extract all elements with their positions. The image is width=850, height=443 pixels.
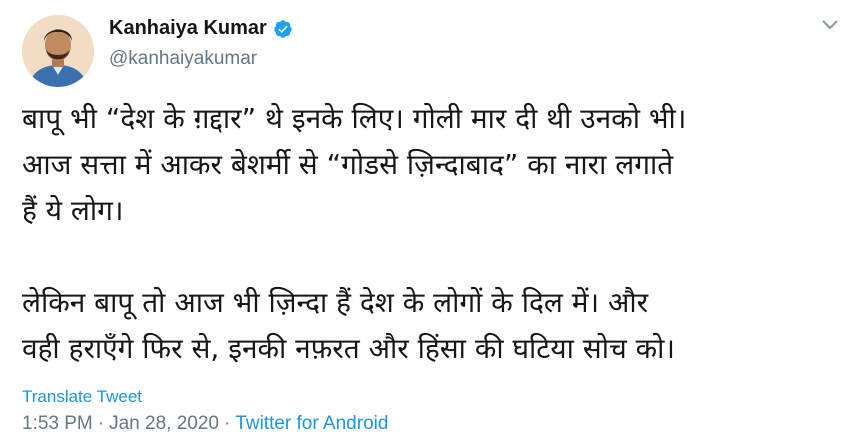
separator: · xyxy=(223,413,231,434)
tweet-text-line: बापू भी “देश के ग़द्दार” थे इनके लिए। गो… xyxy=(22,102,687,135)
chevron-down-icon[interactable] xyxy=(820,18,840,32)
separator: · xyxy=(97,413,105,434)
verified-badge-icon xyxy=(274,19,292,38)
tweet-date[interactable]: Jan 28, 2020 xyxy=(109,413,219,435)
tweet-metadata: 1:53 PM · Jan 28, 2020 · Twitter for And… xyxy=(22,413,388,435)
tweet-source-link[interactable]: Twitter for Android xyxy=(235,413,388,435)
tweet-text: बापू भी “देश के ग़द्दार” थे इनके लिए। गो… xyxy=(22,96,837,372)
tweet-text-line: आज सत्ता में आकर बेशर्मी से “गोडसे ज़िन्… xyxy=(22,148,674,181)
tweet-time[interactable]: 1:53 PM xyxy=(22,413,93,435)
avatar[interactable] xyxy=(22,15,94,87)
author-name-row: Kanhaiya Kumar xyxy=(109,17,293,40)
tweet-text-line: लेकिन बापू तो आज भी ज़िन्दा हैं देश के ल… xyxy=(22,286,649,319)
tweet-text-line: हैं ये लोग। xyxy=(22,194,124,227)
author-handle[interactable]: @kanhaiyakumar xyxy=(109,48,257,70)
translate-tweet-link[interactable]: Translate Tweet xyxy=(22,387,142,407)
author-display-name[interactable]: Kanhaiya Kumar xyxy=(109,17,267,40)
tweet-text-line: वही हराएँगे फिर से, इनकी नफ़रत और हिंसा … xyxy=(22,332,676,365)
tweet-card: Kanhaiya Kumar @kanhaiyakumar बापू भी “द… xyxy=(0,0,850,443)
